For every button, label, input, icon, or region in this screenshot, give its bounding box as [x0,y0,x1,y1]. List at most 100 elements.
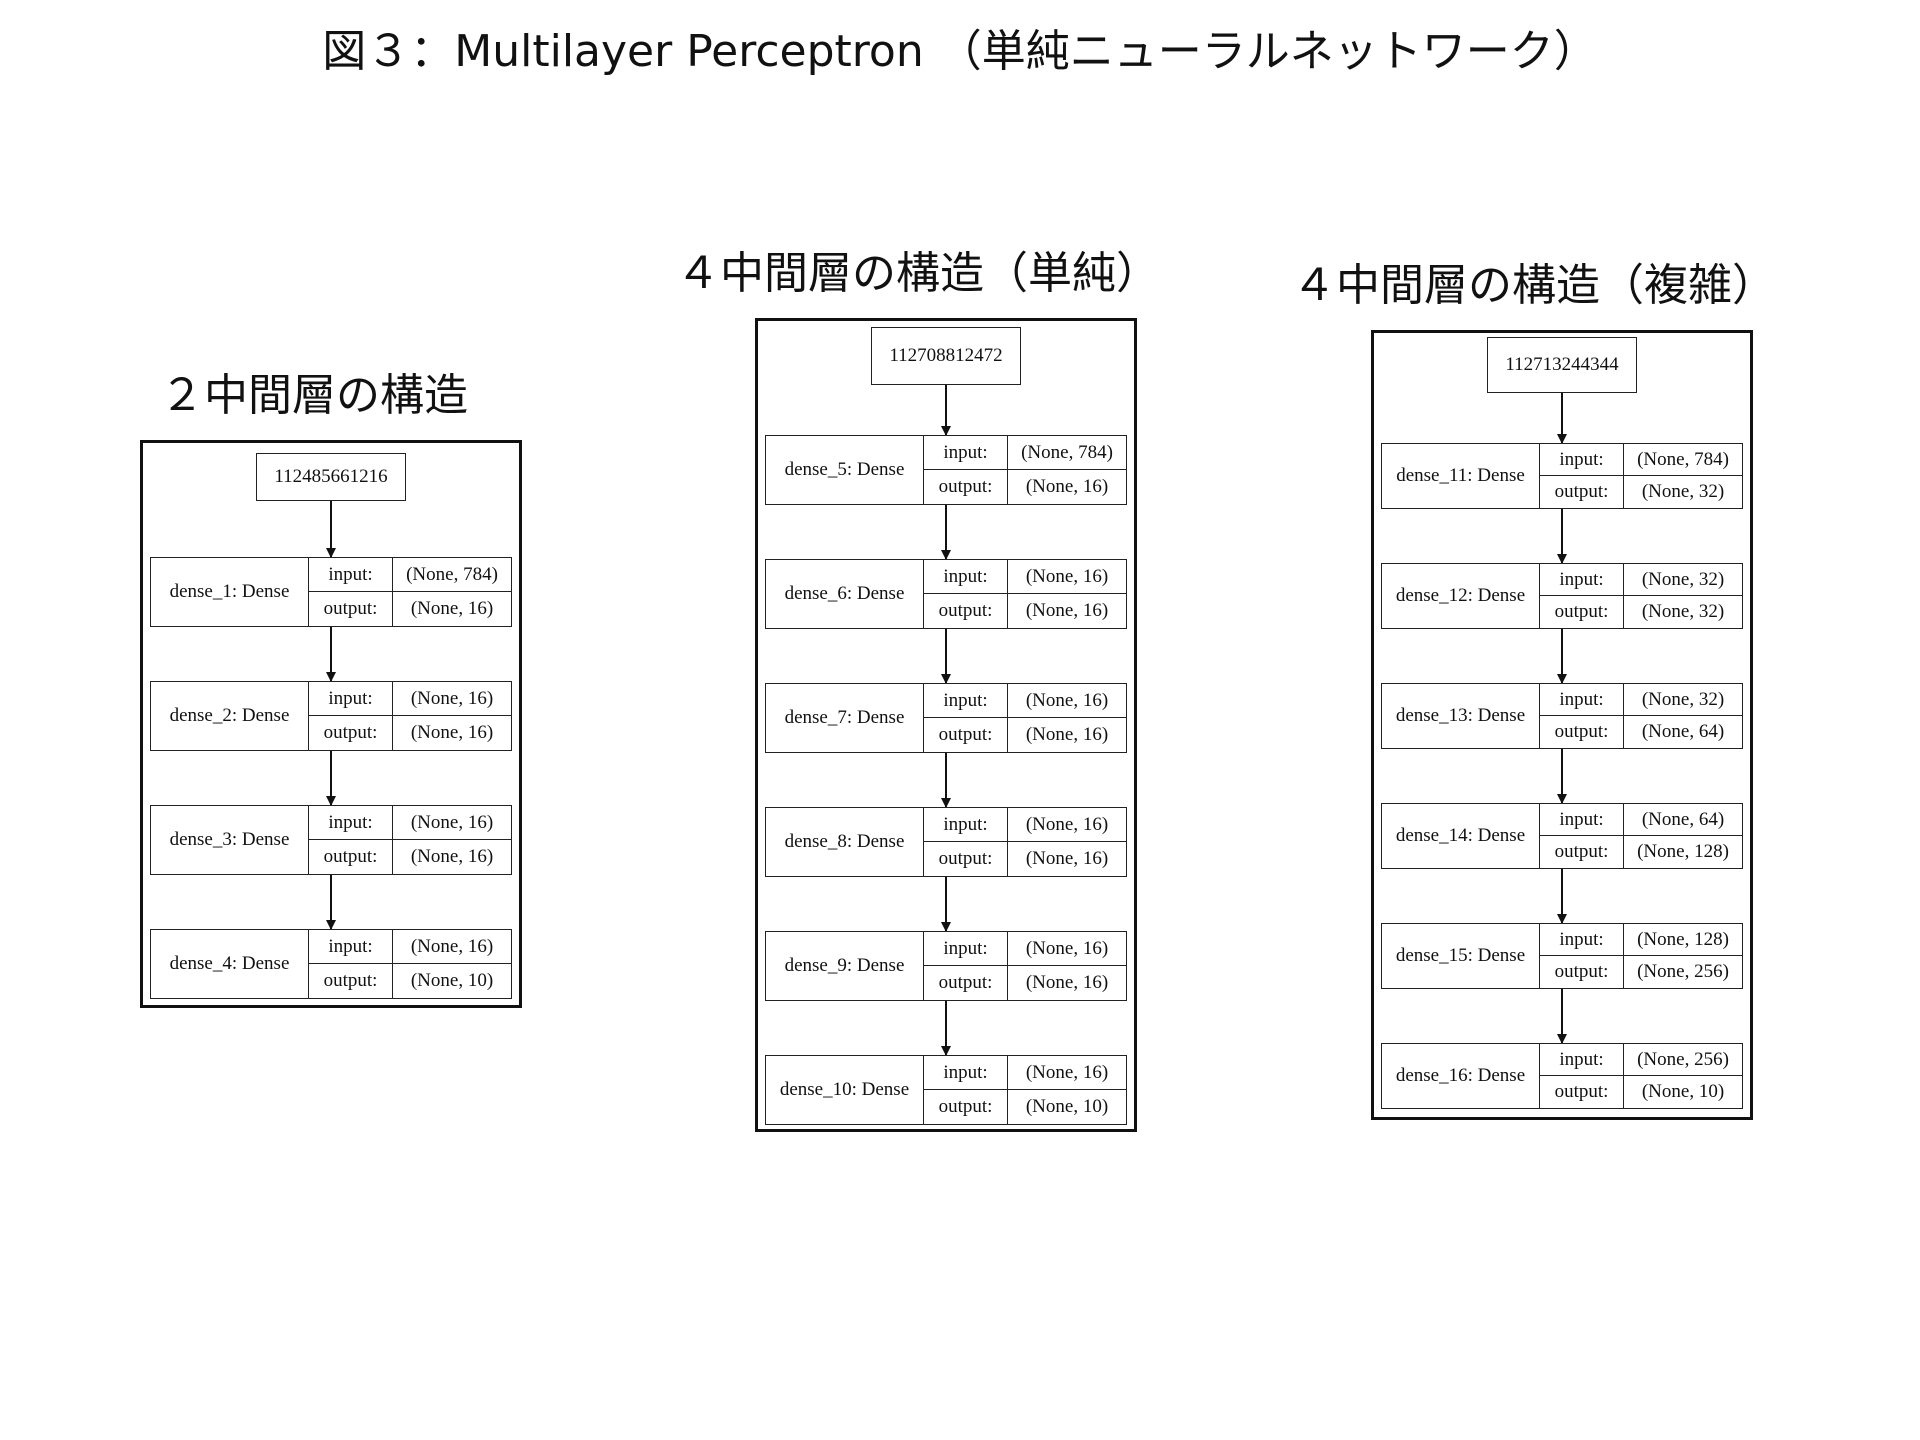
input-shape: (None, 16) [1008,1056,1126,1090]
input-label: input: [309,806,393,840]
panel-heading-2-hidden: ２中間層の構造 [160,370,468,421]
layer-name: dense_8: Dense [766,808,924,876]
input-label: input: [924,560,1008,594]
output-shape: (None, 64) [1641,721,1725,742]
input-shape: (None, 32) [1624,684,1742,716]
dense-layer-node: dense_1: Dense input: (None, 784) output: (N… [150,557,512,627]
output-label: output: [924,966,1008,1000]
input-shape: (None, 784) [1008,436,1126,470]
dense-layer-node: dense_16: Dense input: (None, 256) output: (… [1381,1043,1743,1109]
output-label: output: [1540,476,1624,508]
output-shape: (None, 10) [410,970,494,991]
panel-heading-4-hidden-complex: ４中間層の構造（複雑） [1292,260,1776,311]
model-diagram-4-hidden-simple: 112708812472 dense_5: Dense input: (None, 7… [755,318,1137,1132]
dense-layer-node: dense_13: Dense input: (None, 32) output: (N… [1381,683,1743,749]
output-label: output: [924,594,1008,628]
input-shape: (None, 16) [1008,932,1126,966]
input-label: input: [1540,564,1624,596]
output-label: output: [1540,956,1624,988]
dense-layer-node: dense_12: Dense input: (None, 32) output: (N… [1381,563,1743,629]
layer-name: dense_2: Dense [151,682,309,750]
dense-layer-node: dense_2: Dense input: (None, 16) output: (No… [150,681,512,751]
input-shape: (None, 16) [393,682,511,716]
input-shape: (None, 64) [1624,804,1742,836]
output-shape: (None, 16) [410,722,494,743]
output-shape: (None, 10) [1025,1096,1109,1117]
model-diagram-4-hidden-complex: 112713244344 dense_11: Dense input: (None, … [1371,330,1753,1120]
output-shape: (None, 16) [1025,476,1109,497]
output-label: output: [924,470,1008,504]
output-shape: (None, 16) [1025,600,1109,621]
output-label: output: [309,840,393,874]
panel-content: 112485661216 dense_1: Dense input: (None, 7… [143,443,519,1005]
output-label: output: [1540,836,1624,868]
output-label: output: [309,964,393,998]
input-shape: (None, 256) [1624,1044,1742,1076]
panel-content: 112713244344 dense_11: Dense input: (None, … [1374,333,1750,1117]
output-label: output: [1540,596,1624,628]
output-shape: (None, 256) [1637,961,1729,982]
model-diagram-2-hidden: 112485661216 dense_1: Dense input: (None, 7… [140,440,522,1008]
input-shape: (None, 16) [1008,684,1126,718]
input-shape: (None, 16) [393,930,511,964]
panel-content: 112708812472 dense_5: Dense input: (None, 7… [758,321,1134,1129]
layer-name: dense_4: Dense [151,930,309,998]
input-label: input: [309,558,393,592]
output-label: output: [924,1090,1008,1124]
output-shape: (None, 16) [410,598,494,619]
dense-layer-node: dense_3: Dense input: (None, 16) output: (No… [150,805,512,875]
input-label: input: [309,682,393,716]
layer-name: dense_6: Dense [766,560,924,628]
dense-layer-node: dense_14: Dense input: (None, 64) output: (N… [1381,803,1743,869]
output-shape: (None, 16) [1025,848,1109,869]
layer-name: dense_12: Dense [1382,564,1540,628]
input-layer-node: 112708812472 [871,327,1021,385]
dense-layer-node: dense_10: Dense input: (None, 16) output: (N… [765,1055,1127,1125]
dense-layer-node: dense_5: Dense input: (None, 784) output: (N… [765,435,1127,505]
output-shape: (None, 16) [1025,972,1109,993]
output-shape: (None, 32) [1641,481,1725,502]
output-label: output: [924,842,1008,876]
input-layer-node: 112485661216 [256,453,406,501]
layer-name: dense_10: Dense [766,1056,924,1124]
input-shape: (None, 784) [1624,444,1742,476]
output-label: output: [924,718,1008,752]
figure-title: 図３：Multilayer Perceptron （単純ニューラルネットワーク） [322,26,1598,77]
dense-layer-node: dense_9: Dense input: (None, 16) output: (No… [765,931,1127,1001]
layer-name: dense_11: Dense [1382,444,1540,508]
layer-name: dense_9: Dense [766,932,924,1000]
input-label: input: [309,930,393,964]
input-label: input: [924,436,1008,470]
output-shape: (None, 128) [1637,841,1729,862]
output-label: output: [309,592,393,626]
layer-name: dense_1: Dense [151,558,309,626]
input-label: input: [1540,924,1624,956]
input-label: input: [924,684,1008,718]
output-shape: (None, 10) [1641,1081,1725,1102]
input-shape: (None, 16) [1008,560,1126,594]
layer-name: dense_13: Dense [1382,684,1540,748]
input-label: input: [924,932,1008,966]
input-label: input: [1540,444,1624,476]
output-shape: (None, 16) [410,846,494,867]
input-layer-node: 112713244344 [1487,337,1637,393]
input-label: input: [1540,684,1624,716]
dense-layer-node: dense_7: Dense input: (None, 16) output: (No… [765,683,1127,753]
layer-name: dense_14: Dense [1382,804,1540,868]
input-shape: (None, 128) [1624,924,1742,956]
input-shape: (None, 784) [393,558,511,592]
layer-name: dense_5: Dense [766,436,924,504]
output-label: output: [309,716,393,750]
dense-layer-node: dense_6: Dense input: (None, 16) output: (No… [765,559,1127,629]
output-label: output: [1540,716,1624,748]
layer-name: dense_7: Dense [766,684,924,752]
output-label: output: [1540,1076,1624,1108]
dense-layer-node: dense_15: Dense input: (None, 128) output: (… [1381,923,1743,989]
layer-name: dense_16: Dense [1382,1044,1540,1108]
dense-layer-node: dense_11: Dense input: (None, 784) output: (… [1381,443,1743,509]
dense-layer-node: dense_8: Dense input: (None, 16) output: (No… [765,807,1127,877]
dense-layer-node: dense_4: Dense input: (None, 16) output: (No… [150,929,512,999]
input-shape: (None, 16) [1008,808,1126,842]
output-shape: (None, 32) [1641,601,1725,622]
input-label: input: [924,808,1008,842]
